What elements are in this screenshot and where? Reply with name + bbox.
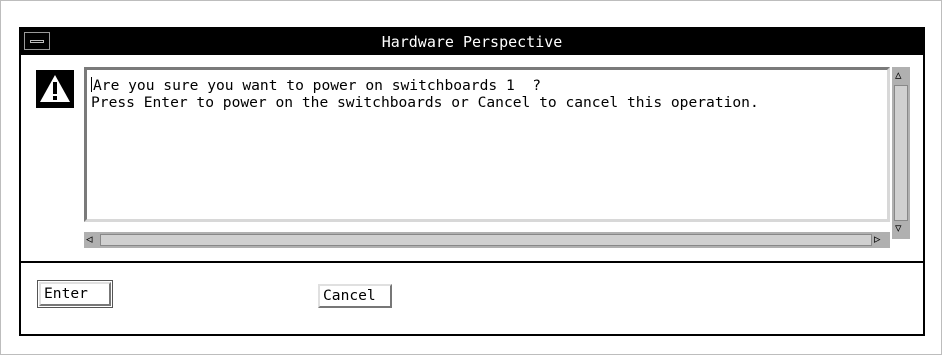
horizontal-scrollbar[interactable]: ◃ ▹	[84, 232, 890, 248]
vertical-scrollbar[interactable]: ▵ ▿	[892, 67, 910, 239]
window-title: Hardware Perspective	[381, 33, 563, 51]
scroll-up-arrow-icon[interactable]: ▵	[895, 68, 902, 84]
message-line-1: Are you sure you want to power on switch…	[93, 77, 542, 94]
scroll-left-arrow-icon[interactable]: ◃	[86, 232, 93, 248]
dialog-window: Hardware Perspective Are you sure you wa…	[19, 27, 925, 336]
enter-button[interactable]: Enter	[37, 280, 113, 308]
title-bar[interactable]: Hardware Perspective	[21, 29, 923, 57]
horizontal-scroll-thumb[interactable]	[100, 234, 872, 246]
window-menu-icon[interactable]	[24, 32, 50, 50]
cancel-button[interactable]: Cancel	[318, 284, 392, 308]
scroll-right-arrow-icon[interactable]: ▹	[874, 232, 881, 248]
warning-icon	[36, 70, 74, 108]
scroll-down-arrow-icon[interactable]: ▿	[895, 221, 902, 237]
message-line-2: Press Enter to power on the switchboards…	[91, 94, 759, 111]
message-text-area[interactable]: Are you sure you want to power on switch…	[84, 67, 890, 222]
text-caret	[91, 77, 92, 92]
vertical-scroll-thumb[interactable]	[894, 85, 908, 221]
separator	[21, 261, 923, 263]
